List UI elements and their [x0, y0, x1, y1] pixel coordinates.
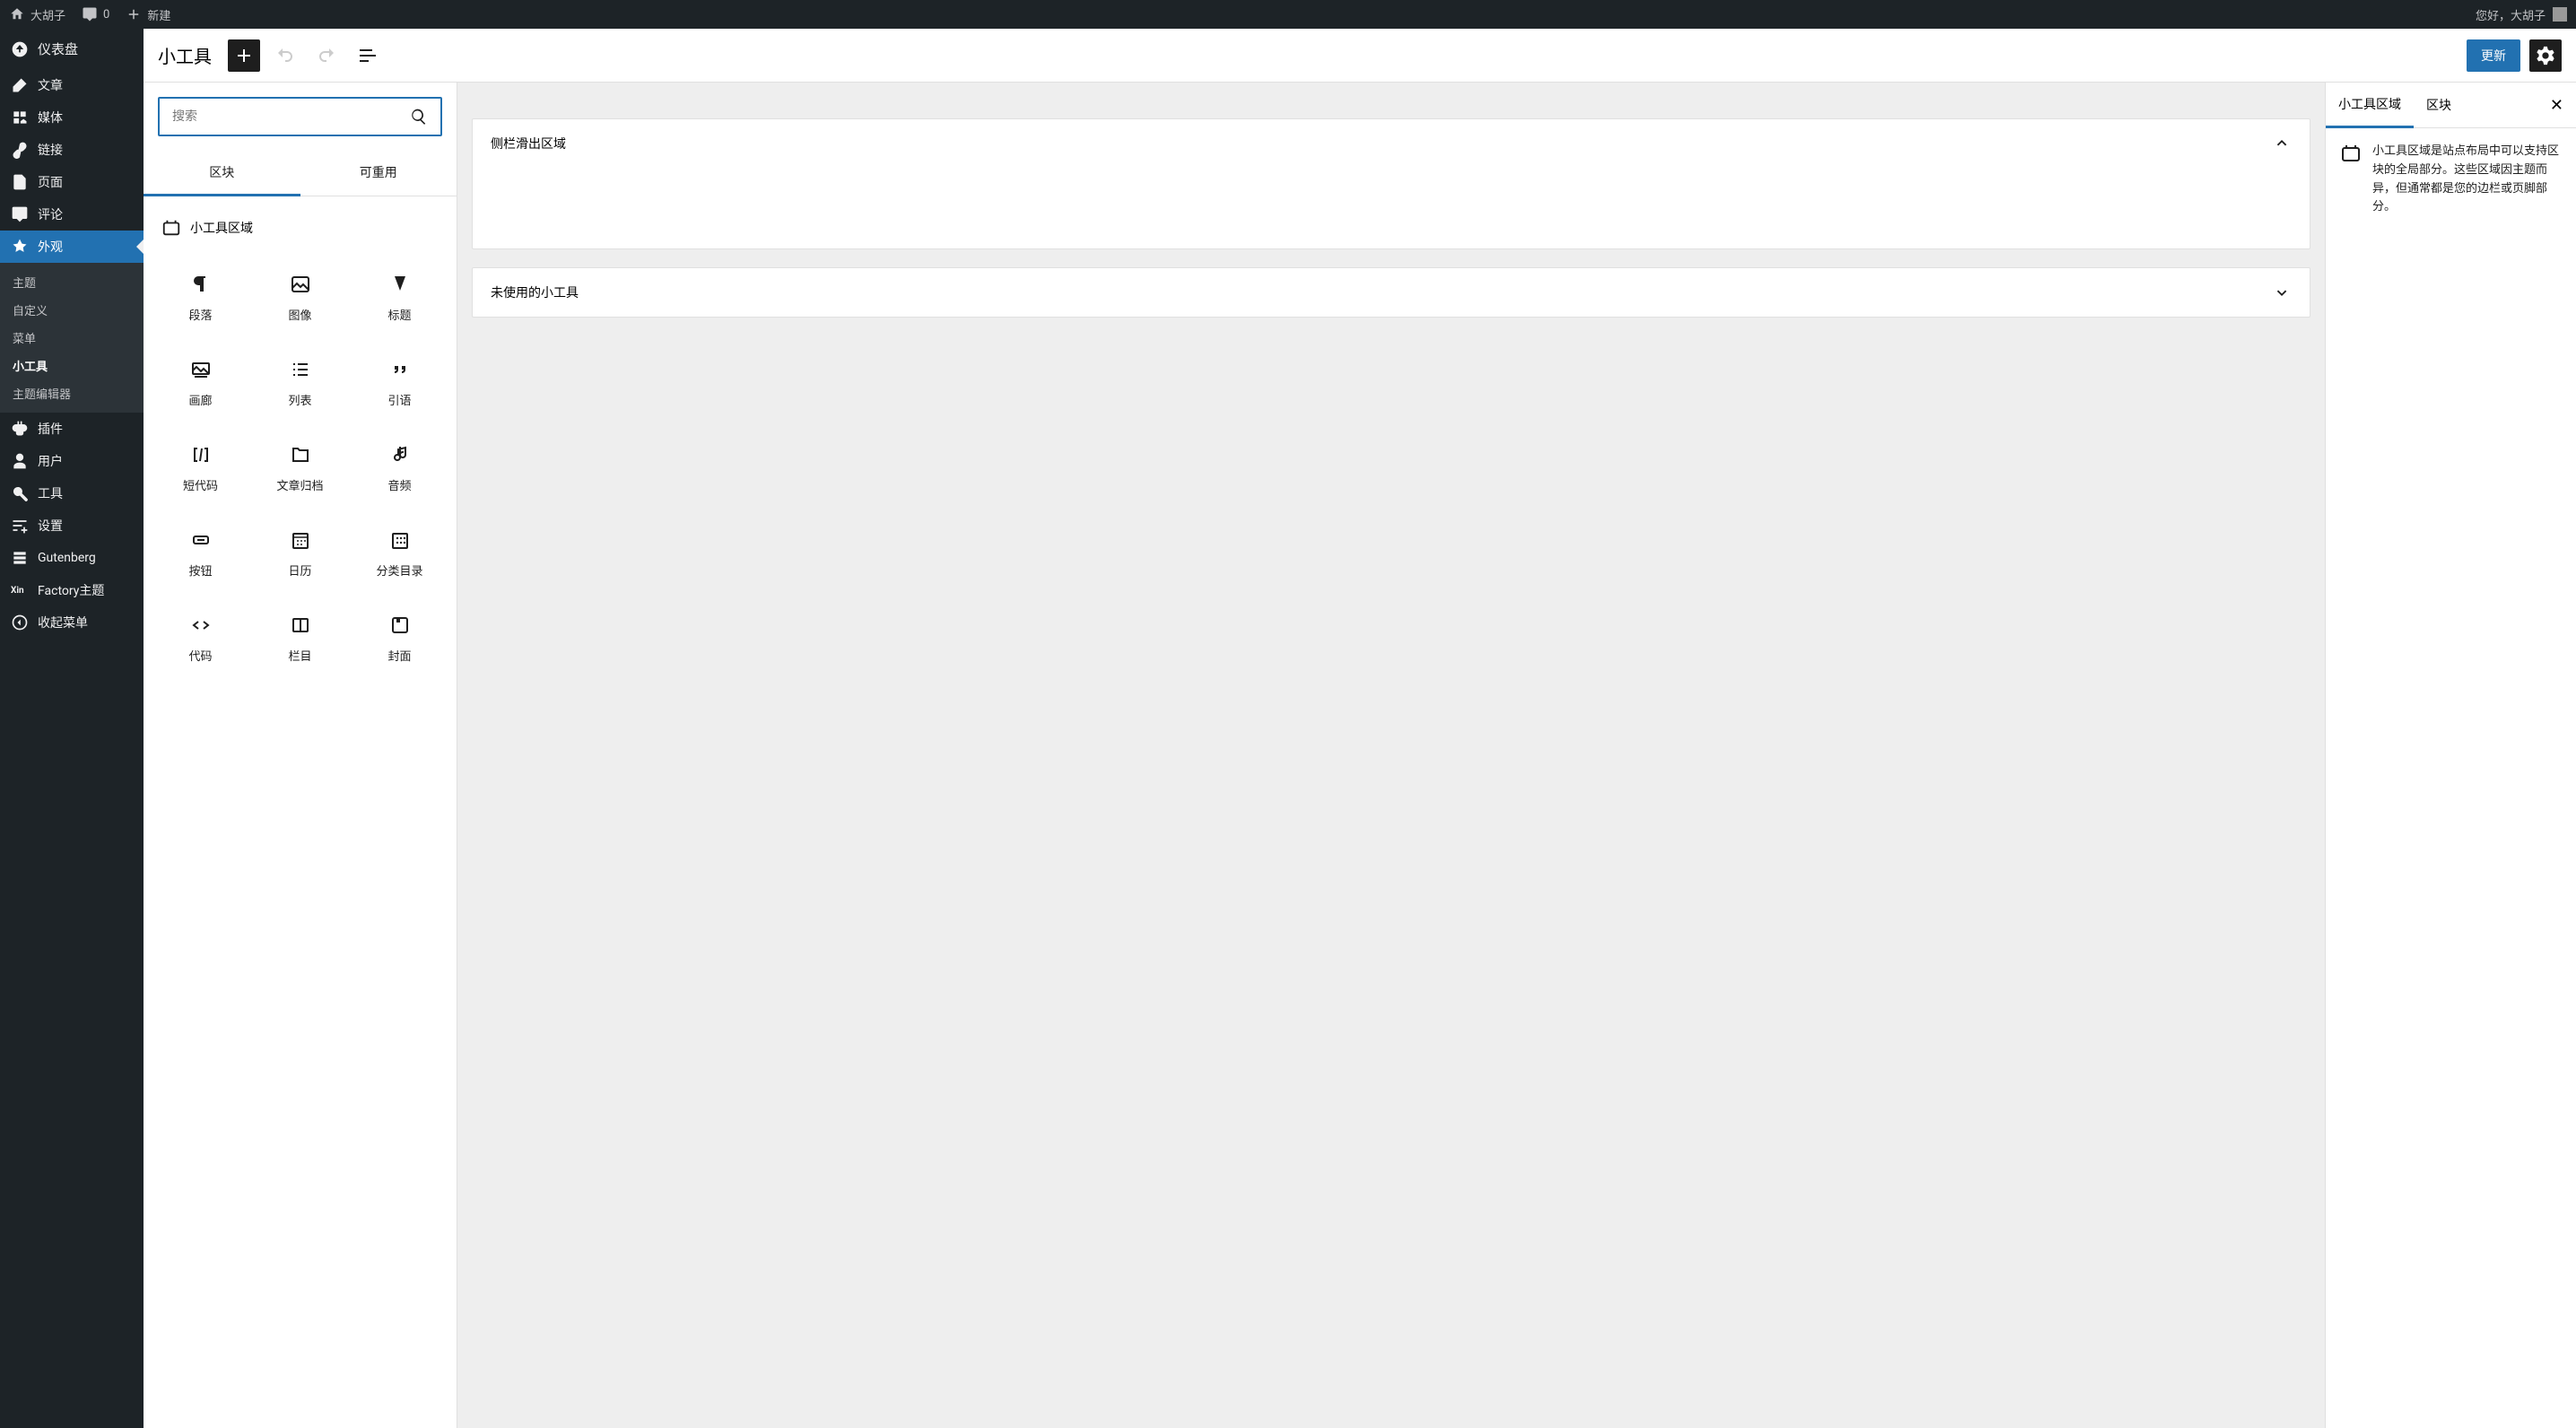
- settings-tab-block[interactable]: 区块: [2414, 83, 2464, 126]
- content-area: 小工具 更新: [144, 29, 2576, 1428]
- admin-bar-site[interactable]: 大胡子: [9, 6, 65, 23]
- block-code[interactable]: 代码: [151, 596, 250, 682]
- widget-area-body-1[interactable]: [473, 168, 2310, 248]
- sidebar-appearance-submenu: 主题 自定义 菜单 小工具 主题编辑器: [0, 263, 144, 413]
- inserter-toggle-button[interactable]: [228, 39, 260, 72]
- block-columns[interactable]: 栏目: [250, 596, 350, 682]
- inserter-search[interactable]: [158, 97, 442, 136]
- block-audio[interactable]: 音频: [350, 426, 449, 511]
- block-paragraph[interactable]: 段落: [151, 256, 250, 341]
- settings-toggle-button[interactable]: [2529, 39, 2562, 72]
- sidebar-pages[interactable]: 页面: [0, 166, 144, 198]
- tab-reusable[interactable]: 可重用: [300, 151, 457, 196]
- chevron-up-icon: [2272, 134, 2292, 153]
- comments-count: 0: [103, 8, 109, 22]
- widget-area-header-2[interactable]: 未使用的小工具: [473, 268, 2310, 317]
- settings-tab-area[interactable]: 小工具区域: [2326, 83, 2414, 128]
- sidebar-media[interactable]: 媒体: [0, 101, 144, 134]
- editor-title: 小工具: [158, 42, 212, 68]
- settings-close-button[interactable]: ✕: [2537, 96, 2576, 115]
- admin-bar-user[interactable]: 您好，大胡子: [2476, 6, 2567, 23]
- chevron-down-icon: [2272, 283, 2292, 302]
- admin-sidebar: 仪表盘 文章 媒体 链接 页面 评论 外观 主题 自定义 菜单: [0, 29, 144, 1428]
- admin-bar-new[interactable]: 新建: [126, 6, 170, 23]
- block-list[interactable]: 列表: [250, 341, 350, 426]
- widget-area-inactive: 未使用的小工具: [472, 267, 2311, 318]
- widget-area-sidebar: 侧栏滑出区域: [472, 118, 2311, 249]
- admin-bar-comments[interactable]: 0: [82, 6, 109, 22]
- sidebar-collapse[interactable]: 收起菜单: [0, 606, 144, 639]
- submenu-customize[interactable]: 自定义: [0, 296, 144, 324]
- sidebar-dashboard[interactable]: 仪表盘: [0, 29, 144, 69]
- block-button[interactable]: 按钮: [151, 511, 250, 596]
- tab-blocks[interactable]: 区块: [144, 151, 300, 196]
- xin-icon: Xin: [11, 586, 29, 596]
- block-calendar[interactable]: 日历: [250, 511, 350, 596]
- submenu-menus[interactable]: 菜单: [0, 324, 144, 352]
- block-heading[interactable]: 标题: [350, 256, 449, 341]
- sidebar-links[interactable]: 链接: [0, 134, 144, 166]
- sidebar-comments[interactable]: 评论: [0, 198, 144, 231]
- block-quote[interactable]: 引语: [350, 341, 449, 426]
- block-archives[interactable]: 文章归档: [250, 426, 350, 511]
- sidebar-factory[interactable]: Xin Factory主题: [0, 574, 144, 606]
- undo-button[interactable]: [269, 39, 301, 72]
- sidebar-settings[interactable]: 设置: [0, 509, 144, 542]
- settings-panel: 小工具区域 区块 ✕ 小工具区域是站点布局中可以支持区块的全局部分。这些区域因主…: [2325, 83, 2576, 1428]
- sidebar-users[interactable]: 用户: [0, 445, 144, 477]
- redo-button[interactable]: [310, 39, 343, 72]
- submenu-theme-editor[interactable]: 主题编辑器: [0, 379, 144, 407]
- sidebar-tools[interactable]: 工具: [0, 477, 144, 509]
- admin-bar: 大胡子 0 新建 您好，大胡子: [0, 0, 2576, 29]
- block-gallery[interactable]: 画廊: [151, 341, 250, 426]
- block-inserter-panel: 区块 可重用 小工具区域 段落 图像 标题 画廊 列表 引语: [144, 83, 457, 1428]
- submenu-widgets[interactable]: 小工具: [0, 352, 144, 379]
- block-category: 小工具区域: [151, 211, 449, 245]
- greeting: 您好，大胡子: [2476, 6, 2546, 23]
- search-input[interactable]: [172, 109, 410, 124]
- widget-area-header-1[interactable]: 侧栏滑出区域: [473, 119, 2310, 168]
- update-button[interactable]: 更新: [2467, 39, 2520, 72]
- widget-area-icon: [161, 218, 181, 238]
- block-categories[interactable]: 分类目录: [350, 511, 449, 596]
- search-icon: [410, 108, 428, 126]
- submenu-themes[interactable]: 主题: [0, 268, 144, 296]
- site-name: 大胡子: [30, 6, 65, 23]
- widget-area-icon: [2340, 143, 2362, 164]
- sidebar-plugins[interactable]: 插件: [0, 413, 144, 445]
- editor-header: 小工具 更新: [144, 29, 2576, 83]
- sidebar-posts[interactable]: 文章: [0, 69, 144, 101]
- new-label: 新建: [147, 6, 170, 23]
- avatar-icon: [2553, 7, 2567, 22]
- sidebar-gutenberg[interactable]: Gutenberg: [0, 542, 144, 574]
- block-image[interactable]: 图像: [250, 256, 350, 341]
- editor-canvas: 侧栏滑出区域 未使用的小工具: [457, 83, 2325, 1428]
- settings-desc: 小工具区域是站点布局中可以支持区块的全局部分。这些区域因主题而异，但通常都是您的…: [2372, 143, 2562, 217]
- inserter-tabs: 区块 可重用: [144, 151, 457, 196]
- block-cover[interactable]: 封面: [350, 596, 449, 682]
- block-shortcode[interactable]: 短代码: [151, 426, 250, 511]
- sidebar-appearance[interactable]: 外观: [0, 231, 144, 263]
- list-view-button[interactable]: [352, 39, 384, 72]
